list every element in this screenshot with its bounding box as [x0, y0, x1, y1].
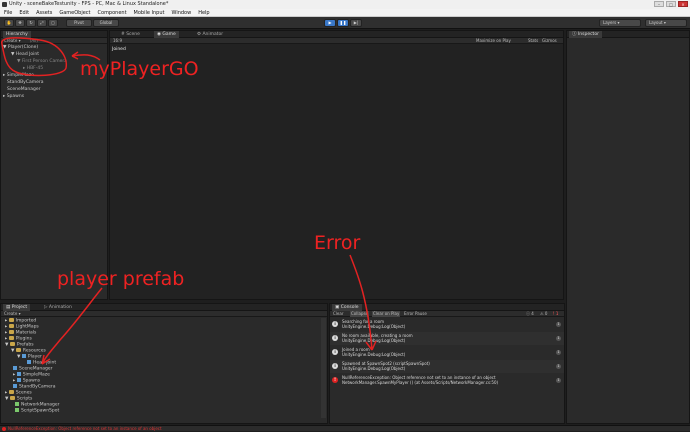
- annotation-arrow: [349, 254, 373, 351]
- annotation-circle: [1, 37, 68, 77]
- annotation-error: Error: [314, 232, 361, 254]
- annotation-player-prefab: player prefab: [57, 268, 185, 290]
- annotation-arrow: [41, 287, 103, 365]
- annotation-myplayergo: myPlayerGO: [80, 58, 199, 80]
